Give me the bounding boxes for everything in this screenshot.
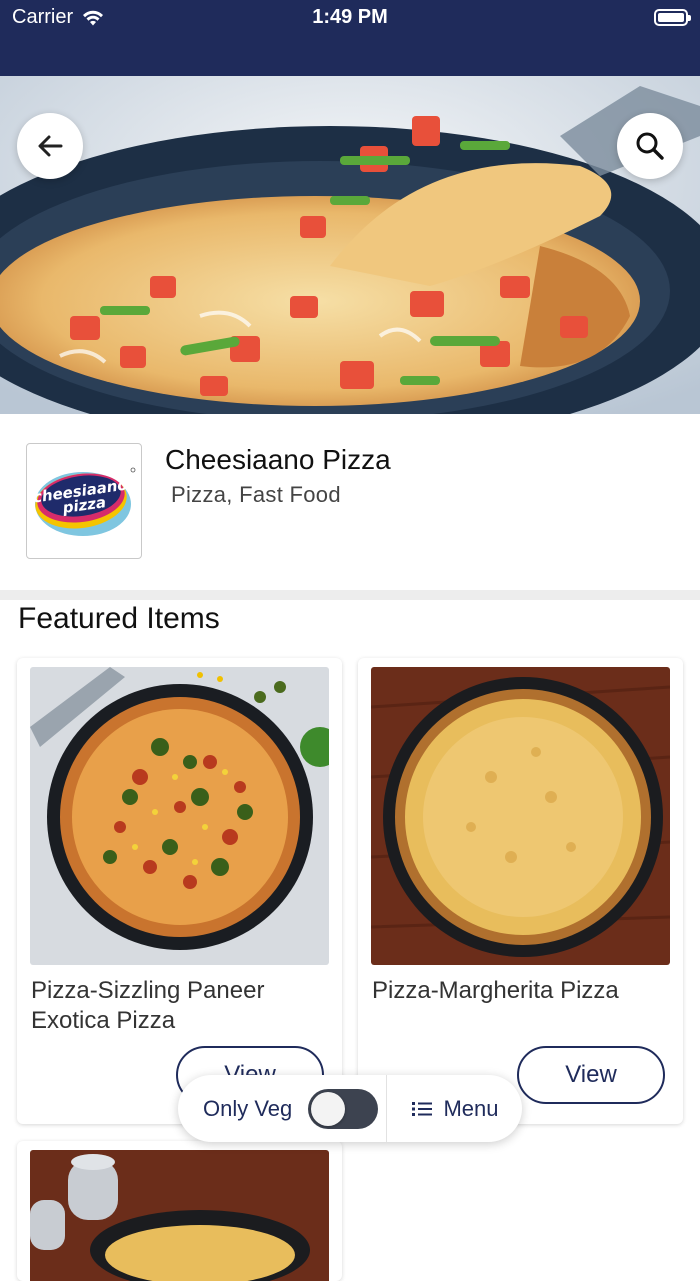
list-icon	[412, 1101, 433, 1116]
restaurant-logo: cheesiaano pizza	[26, 443, 142, 559]
pill-divider	[386, 1075, 387, 1142]
featured-item-card[interactable]	[17, 1141, 342, 1281]
toggle-knob	[311, 1092, 345, 1126]
search-icon	[636, 132, 664, 160]
restaurant-name: Cheesiaano Pizza	[165, 444, 391, 475]
item-image	[30, 667, 329, 965]
view-item-button[interactable]: View	[517, 1046, 665, 1104]
featured-item-card[interactable]: Pizza-Margherita Pizza View	[358, 658, 683, 1124]
item-image	[371, 667, 670, 965]
only-veg-label: Only Veg	[203, 1096, 293, 1121]
menu-label: Menu	[443, 1095, 499, 1121]
item-name: Pizza-Margherita Pizza	[372, 977, 619, 1004]
item-name: Pizza-Sizzling Paneer Exotica Pizza	[31, 977, 265, 1034]
arrow-left-icon	[38, 135, 63, 157]
clock: 1:49 PM	[312, 6, 388, 28]
featured-item-card[interactable]: Pizza-Sizzling Paneer Exotica Pizza View	[17, 658, 342, 1124]
battery-icon	[654, 9, 691, 26]
item-image	[30, 1150, 329, 1281]
veg-menu-floating-bar: Only Veg Menu	[178, 1075, 522, 1142]
only-veg-toggle[interactable]	[308, 1089, 378, 1129]
restaurant-cuisine: Pizza, Fast Food	[171, 482, 341, 507]
restaurant-hero-image	[0, 76, 700, 414]
status-bar: Carrier 1:49 PM	[0, 0, 700, 76]
restaurant-info: cheesiaano pizza Cheesiaano Pizza Pizza,…	[0, 414, 700, 590]
menu-button[interactable]: Menu	[388, 1075, 522, 1142]
search-button[interactable]	[617, 113, 683, 179]
featured-items-title: Featured Items	[18, 602, 220, 635]
back-button[interactable]	[17, 113, 83, 179]
section-divider	[0, 590, 700, 600]
